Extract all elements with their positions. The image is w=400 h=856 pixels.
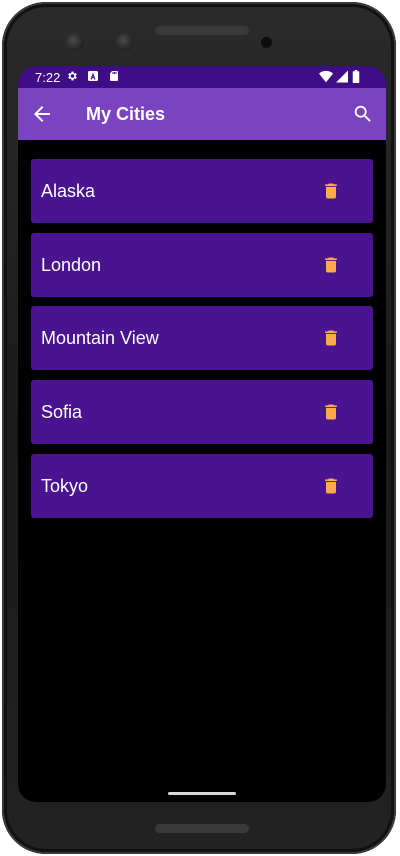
status-time: 7:22 xyxy=(35,70,61,85)
trash-icon xyxy=(325,257,337,273)
front-camera xyxy=(66,33,84,51)
screen: 7:22 My Cities Alaska London Mountain Vi… xyxy=(18,66,386,802)
sd-card-icon xyxy=(110,71,118,81)
city-name: Mountain View xyxy=(41,328,159,349)
list-item[interactable]: Alaska xyxy=(31,159,373,223)
delete-button[interactable] xyxy=(321,328,341,348)
phone-frame: 7:22 My Cities Alaska London Mountain Vi… xyxy=(2,2,396,854)
proximity-sensor xyxy=(261,37,272,48)
delete-button[interactable] xyxy=(321,402,341,422)
city-name: Sofia xyxy=(41,402,83,423)
trash-icon xyxy=(325,183,337,199)
a-notification-icon xyxy=(88,71,98,81)
city-name: Tokyo xyxy=(41,475,89,496)
status-bar: 7:22 xyxy=(18,66,386,88)
delete-button[interactable] xyxy=(321,476,341,496)
delete-button[interactable] xyxy=(321,255,341,275)
list-item[interactable]: Mountain View xyxy=(31,306,373,371)
list-item[interactable]: London xyxy=(31,232,373,297)
front-camera-secondary xyxy=(116,33,134,51)
delete-button[interactable] xyxy=(321,181,341,201)
settings-icon xyxy=(68,71,77,81)
signal-icon xyxy=(336,70,348,83)
city-list: Alaska London Mountain View Sofia Tokyo xyxy=(31,159,373,527)
city-name: Alaska xyxy=(41,181,96,201)
bottom-speaker xyxy=(155,824,249,833)
earpiece-speaker xyxy=(155,26,249,35)
back-button[interactable] xyxy=(30,102,54,126)
page-title: My Cities xyxy=(86,104,166,124)
city-name: London xyxy=(41,254,102,275)
trash-icon xyxy=(325,404,337,420)
list-item[interactable]: Tokyo xyxy=(31,453,373,518)
gesture-nav-handle[interactable] xyxy=(168,792,236,795)
arrow-back-icon xyxy=(34,106,50,122)
battery-icon xyxy=(352,70,360,83)
list-item[interactable]: Sofia xyxy=(31,380,373,445)
trash-icon xyxy=(325,478,337,494)
app-bar: My Cities xyxy=(18,88,386,140)
wifi-icon xyxy=(319,70,333,83)
search-icon xyxy=(354,105,371,122)
search-button[interactable] xyxy=(352,103,374,125)
trash-icon xyxy=(325,330,337,346)
